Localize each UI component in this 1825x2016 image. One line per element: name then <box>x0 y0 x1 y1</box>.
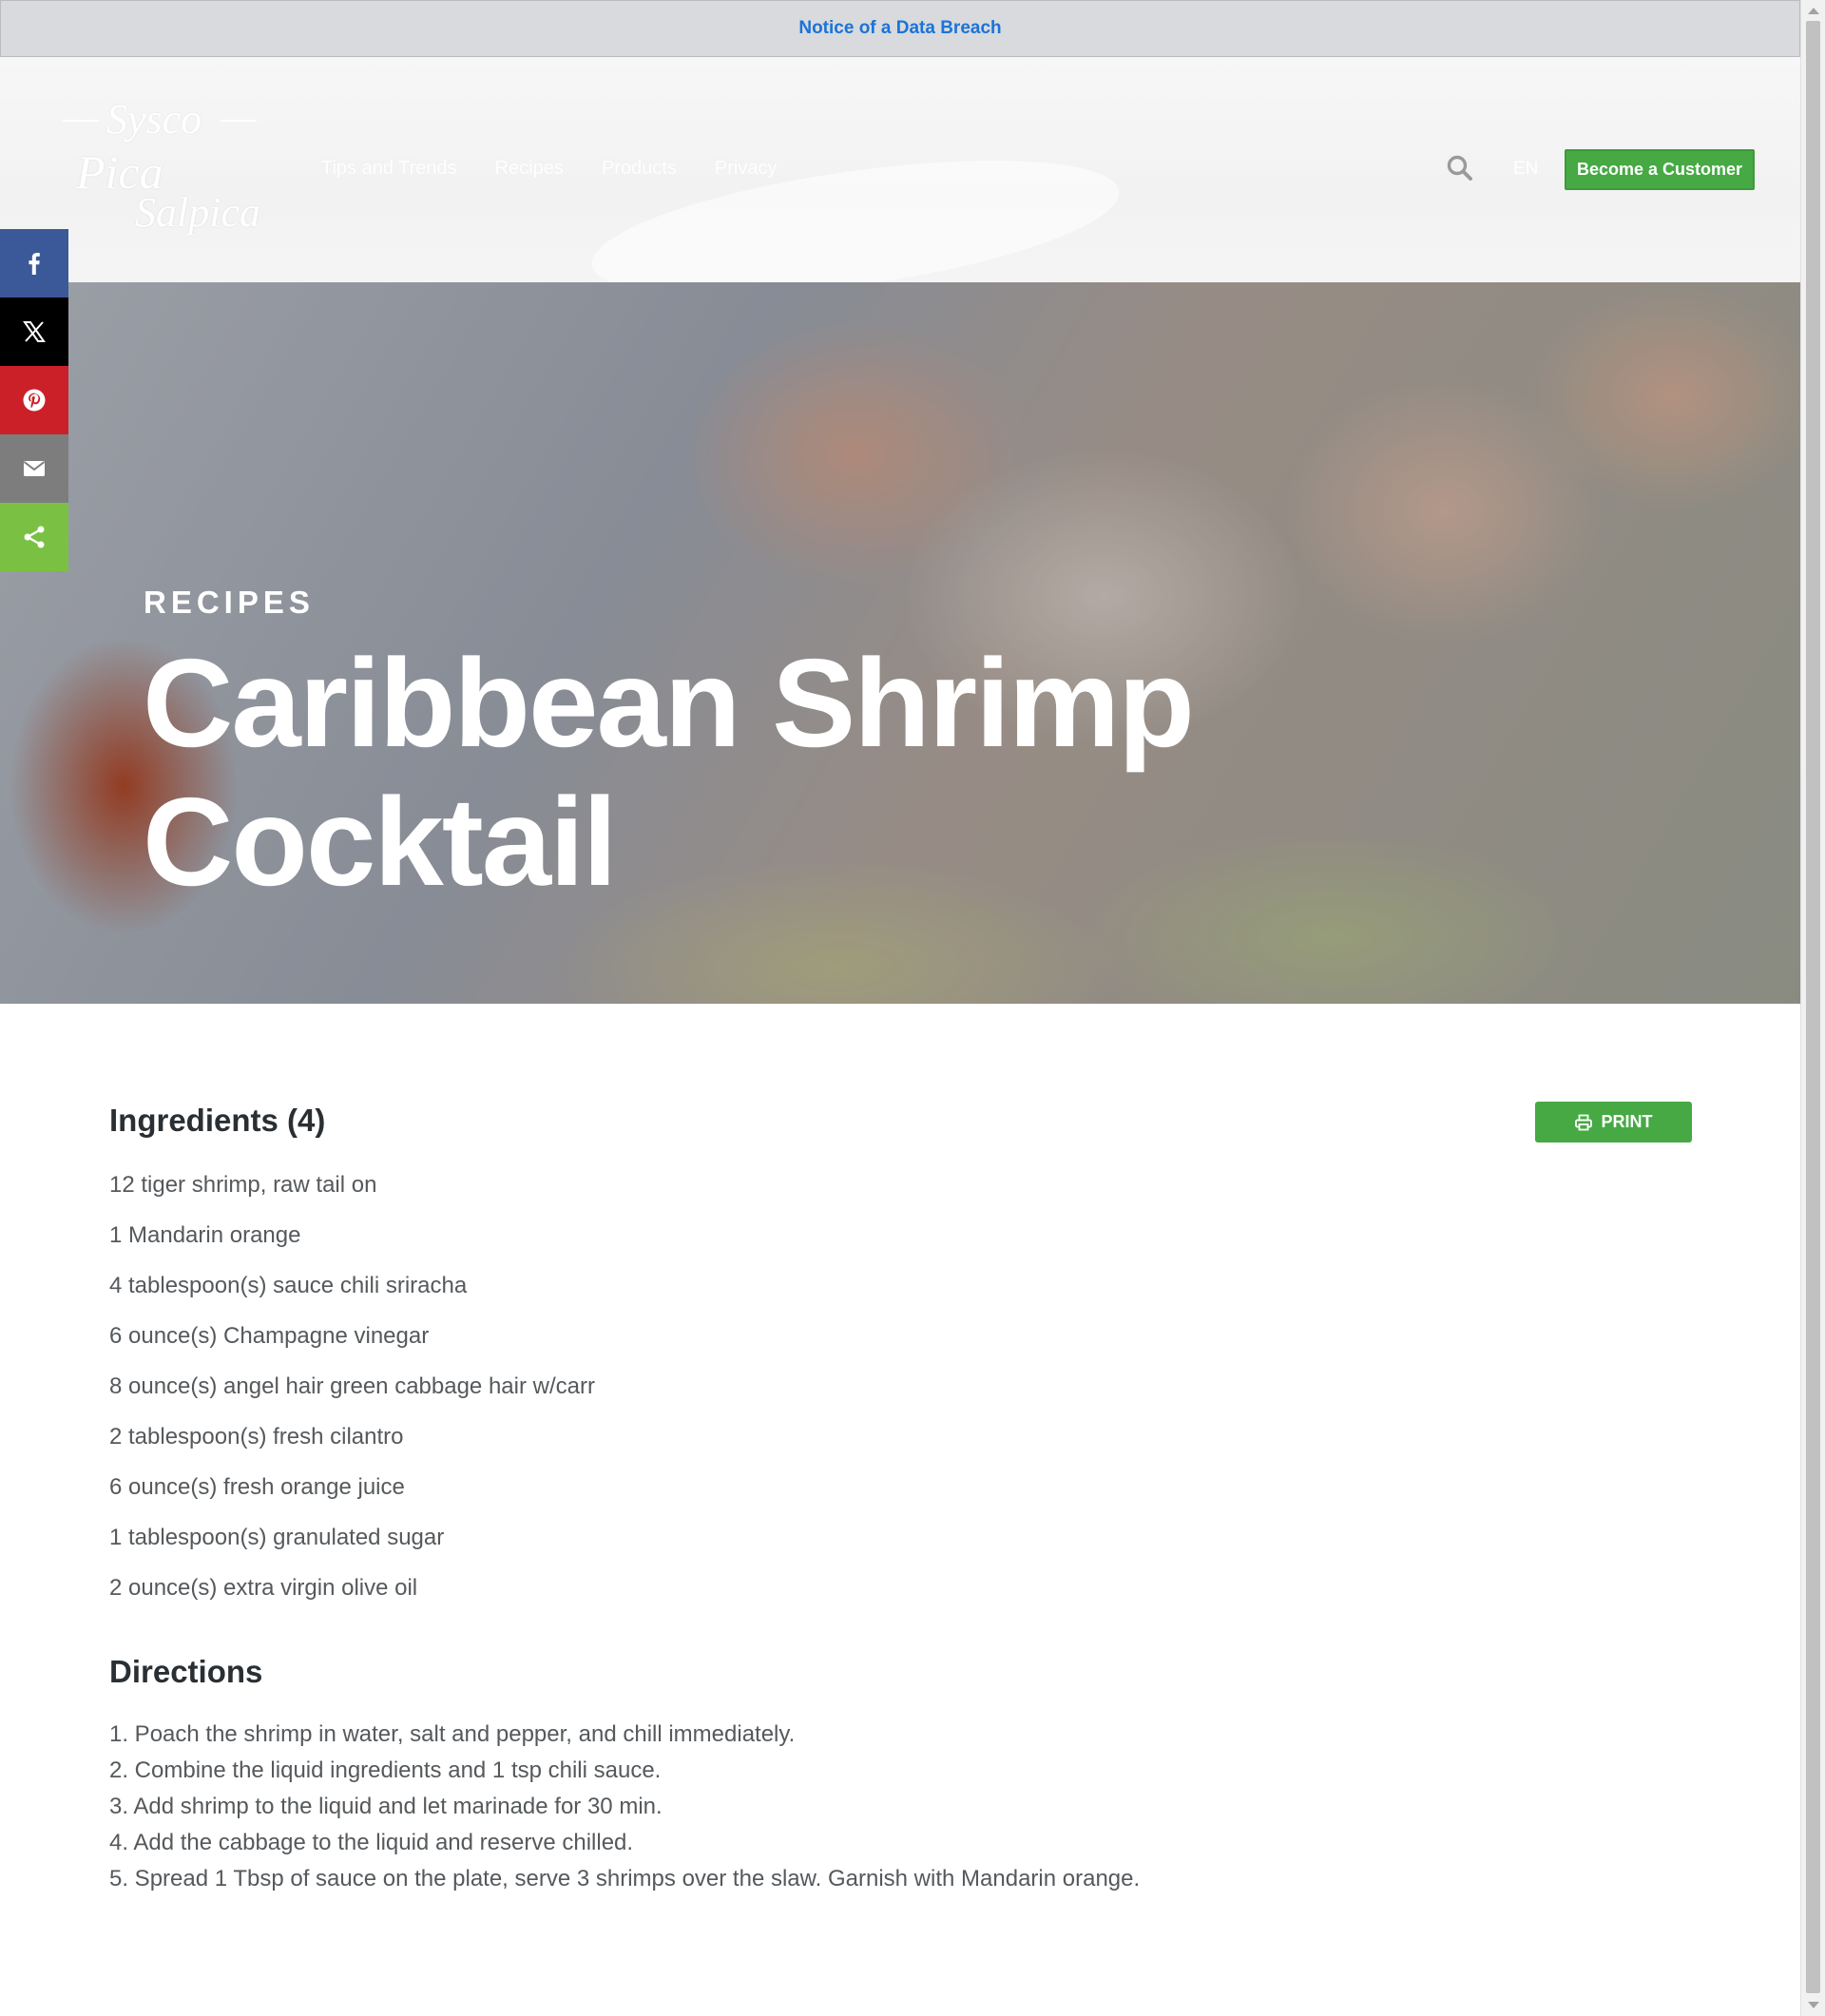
language-selector[interactable]: EN <box>1513 159 1538 180</box>
logo-brand: Sysco <box>106 96 202 143</box>
logo-rule-left <box>63 120 99 122</box>
nav-item-privacy[interactable]: Privacy <box>715 158 778 180</box>
nav-item-products[interactable]: Products <box>602 158 677 180</box>
ingredient-item: 8 ounce(s) angel hair green cabbage hair… <box>109 1373 595 1399</box>
main-nav: Tips and Trends Recipes Products Privacy <box>321 158 777 180</box>
scroll-up-arrow-icon[interactable] <box>1808 8 1819 14</box>
share-more-button[interactable] <box>0 503 68 571</box>
printer-icon <box>1574 1114 1592 1130</box>
print-button[interactable]: PRINT <box>1535 1102 1692 1142</box>
share-email-button[interactable] <box>0 434 68 503</box>
print-button-label: PRINT <box>1601 1112 1653 1131</box>
direction-step: 3. Add shrimp to the liquid and let mari… <box>109 1794 663 1819</box>
direction-step: 2. Combine the liquid ingredients and 1 … <box>109 1757 662 1783</box>
scroll-down-arrow-icon[interactable] <box>1808 2002 1819 2008</box>
scrollbar-thumb[interactable] <box>1806 21 1820 1993</box>
ingredient-item: 2 ounce(s) extra virgin olive oil <box>109 1575 418 1601</box>
site-header: Sysco Pica Salpica Tips and Trends Recip… <box>0 57 1800 282</box>
search-icon[interactable] <box>1445 153 1475 183</box>
direction-step: 1. Poach the shrimp in water, salt and p… <box>109 1721 796 1747</box>
nav-item-recipes[interactable]: Recipes <box>495 158 564 180</box>
ingredient-item: 6 ounce(s) Champagne vinegar <box>109 1323 430 1349</box>
ingredients-heading: Ingredients (4) <box>109 1103 326 1138</box>
x-icon <box>23 321 46 342</box>
page-scrollbar[interactable] <box>1800 0 1825 2016</box>
ingredient-item: 1 Mandarin orange <box>109 1222 301 1248</box>
directions-heading: Directions <box>109 1654 263 1689</box>
share-pinterest-button[interactable] <box>0 366 68 434</box>
ingredient-item: 12 tiger shrimp, raw tail on <box>109 1172 377 1198</box>
recipe-hero: RECIPES Caribbean Shrimp Cocktail <box>0 282 1800 1004</box>
directions-list: 1. Poach the shrimp in water, salt and p… <box>109 1718 1140 1899</box>
pinterest-icon <box>23 389 46 412</box>
site-logo[interactable]: Sysco Pica Salpica <box>57 95 276 238</box>
become-a-customer-button[interactable]: Become a Customer <box>1565 149 1755 190</box>
logo-rule-right <box>221 120 257 122</box>
ingredient-item: 6 ounce(s) fresh orange juice <box>109 1474 405 1500</box>
ingredient-item: 4 tablespoon(s) sauce chili sriracha <box>109 1273 468 1298</box>
share-icon <box>24 526 45 548</box>
nav-item-tips-and-trends[interactable]: Tips and Trends <box>321 158 457 180</box>
share-x-button[interactable] <box>0 298 68 366</box>
share-facebook-button[interactable] <box>0 229 68 298</box>
data-breach-notice-link[interactable]: Notice of a Data Breach <box>798 18 1001 39</box>
direction-step: 5. Spread 1 Tbsp of sauce on the plate, … <box>109 1866 1141 1891</box>
direction-step: 4. Add the cabbage to the liquid and res… <box>109 1830 634 1855</box>
ingredient-item: 2 tablespoon(s) fresh cilantro <box>109 1424 404 1450</box>
notice-bar: Notice of a Data Breach <box>0 0 1800 57</box>
email-icon <box>23 461 46 476</box>
share-bar <box>0 229 68 571</box>
logo-script-line2: Salpica <box>135 189 260 236</box>
ingredient-item: 1 tablespoon(s) granulated sugar <box>109 1525 445 1550</box>
recipe-title: Caribbean Shrimp Cocktail <box>143 633 1195 912</box>
ingredients-list: 12 tiger shrimp, raw tail on 1 Mandarin … <box>109 1169 595 1622</box>
facebook-icon <box>29 253 40 275</box>
hero-kicker: RECIPES <box>144 585 315 620</box>
